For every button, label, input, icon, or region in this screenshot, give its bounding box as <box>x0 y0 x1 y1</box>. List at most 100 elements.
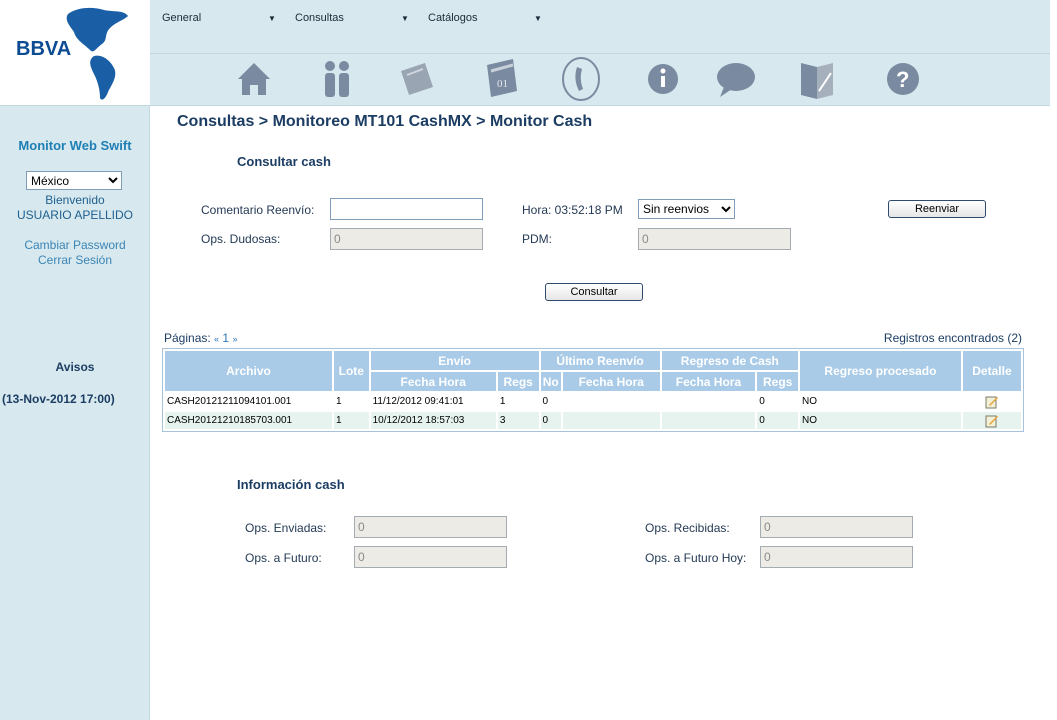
notices-title: Avisos <box>55 360 95 374</box>
top-header: General ▼ Consultas ▼ Catálogos ▼ 01 ? <box>150 0 1050 106</box>
menu-catalogos[interactable]: Catálogos ▼ <box>428 12 542 24</box>
col-envio: Envío <box>370 351 539 370</box>
menu-general[interactable]: General ▼ <box>162 12 276 24</box>
cell-detalle <box>962 412 1021 429</box>
sent-ops-label: Ops. Enviadas: <box>245 521 327 535</box>
future-today-ops-field[interactable] <box>760 546 913 568</box>
doubtful-ops-field[interactable] <box>330 228 483 250</box>
cell-reenvio-fecha <box>562 412 660 429</box>
toolbar: 01 ? <box>150 55 1050 105</box>
resend-select[interactable]: Sin reenvios <box>638 199 735 219</box>
app-title: Monitor Web Swift <box>18 138 132 153</box>
menu-bar: General ▼ Consultas ▼ Catálogos ▼ <box>150 0 1050 54</box>
dropdown-arrow-icon: ▼ <box>534 14 542 23</box>
menu-consultas[interactable]: Consultas ▼ <box>295 12 409 24</box>
phone-icon[interactable] <box>559 55 603 103</box>
cell-reenvio-no: 0 <box>540 412 561 429</box>
cell-reenvio-no: 0 <box>542 396 549 407</box>
col-regreso-fecha: Fecha Hora <box>661 372 756 391</box>
cell-procesado: NO <box>800 412 961 429</box>
cell-detalle <box>963 393 1021 410</box>
info-icon[interactable] <box>641 55 685 103</box>
edit-detail-icon[interactable] <box>985 414 999 428</box>
col-regreso-cash: Regreso de Cash <box>661 351 799 370</box>
sidebar: BBVA Monitor Web Swift México Bienvenido… <box>0 0 150 720</box>
table-row: CASH20121211094101.001 1 11/12/2012 09:4… <box>165 393 1021 410</box>
brand-logo-text: BBVA <box>16 38 72 60</box>
col-lote: Lote <box>333 351 369 391</box>
chat-bubble-icon[interactable] <box>714 55 758 103</box>
cell-reenvio-fecha <box>563 393 660 410</box>
change-password-link[interactable]: Cambiar Password <box>0 238 150 252</box>
future-ops-label: Ops. a Futuro: <box>245 551 322 565</box>
welcome-text: Bienvenido <box>45 193 105 207</box>
comment-input[interactable] <box>330 198 483 220</box>
user-name: USUARIO APELLIDO <box>16 208 134 222</box>
cell-envio-fecha: 11/12/2012 09:41:01 <box>372 396 464 407</box>
logout-link[interactable]: Cerrar Sesión <box>0 253 150 267</box>
home-icon[interactable] <box>232 55 276 103</box>
results-table: Archivo Lote Envío Último Reenvío Regres… <box>162 348 1024 432</box>
future-ops-field[interactable] <box>354 546 507 568</box>
cell-archivo: CASH20121211094101.001 <box>167 396 292 407</box>
welcome-block: Bienvenido USUARIO APELLIDO <box>0 193 150 223</box>
col-detalle: Detalle <box>962 351 1021 391</box>
menu-catalogos-label: Catálogos <box>428 12 478 24</box>
future-today-ops-label: Ops. a Futuro Hoy: <box>645 551 747 565</box>
logo: BBVA <box>0 0 150 106</box>
svg-text:01: 01 <box>497 78 508 90</box>
pdm-label: PDM: <box>522 232 552 246</box>
page-link[interactable]: 1 <box>222 331 229 345</box>
cell-regreso-fecha <box>662 393 756 410</box>
document-icon[interactable] <box>395 55 439 103</box>
country-select[interactable]: México <box>26 171 122 190</box>
edit-document-icon[interactable] <box>795 55 839 103</box>
cell-envio-regs: 3 <box>497 412 539 429</box>
dropdown-arrow-icon: ▼ <box>401 14 409 23</box>
col-regreso-regs: Regs <box>757 372 799 391</box>
resend-button[interactable]: Reenviar <box>888 200 986 218</box>
col-envio-fecha: Fecha Hora <box>370 372 496 391</box>
cell-regreso-fecha <box>661 412 756 429</box>
next-page-link[interactable]: » <box>232 334 237 344</box>
info-section-title: Información cash <box>237 477 345 492</box>
col-regreso-procesado: Regreso procesado <box>800 351 961 391</box>
dropdown-arrow-icon: ▼ <box>268 14 276 23</box>
records-found: Registros encontrados (2) <box>883 331 1022 345</box>
edit-detail-icon[interactable] <box>985 395 999 409</box>
cell-envio-regs: 1 <box>499 396 506 407</box>
cell-lote: 1 <box>335 396 342 407</box>
cell-regreso-regs: 0 <box>759 396 765 407</box>
received-ops-label: Ops. Recibidas: <box>645 521 730 535</box>
consult-section-title: Consultar cash <box>237 154 331 169</box>
help-icon[interactable]: ? <box>881 55 925 103</box>
cell-archivo: CASH20121210185703.001 <box>165 412 332 429</box>
pages-label: Páginas: <box>164 331 211 345</box>
col-reenvio-fecha: Fecha Hora <box>562 372 660 391</box>
cell-regreso-regs: 0 <box>757 412 799 429</box>
menu-consultas-label: Consultas <box>295 12 344 24</box>
cell-envio-fecha: 10/12/2012 18:57:03 <box>370 412 496 429</box>
consult-button[interactable]: Consultar <box>545 283 643 301</box>
cell-lote: 1 <box>333 412 369 429</box>
cell-procesado: NO <box>802 396 818 407</box>
sent-ops-field[interactable] <box>354 516 507 538</box>
table-row: CASH20121210185703.001 1 10/12/2012 18:5… <box>165 412 1021 429</box>
users-icon[interactable] <box>315 55 359 103</box>
col-reenvio-no: No <box>540 372 561 391</box>
time-label: Hora: 03:52:18 PM <box>522 203 623 217</box>
notice-date[interactable]: (13-Nov-2012 17:00) <box>2 392 115 406</box>
calendar-icon[interactable]: 01 <box>479 55 523 103</box>
breadcrumb: Consultas > Monitoreo MT101 CashMX > Mon… <box>177 113 593 130</box>
menu-general-label: General <box>162 12 202 24</box>
comment-label: Comentario Reenvío: <box>201 203 315 217</box>
pdm-field[interactable] <box>638 228 791 250</box>
col-archivo: Archivo <box>165 351 332 391</box>
received-ops-field[interactable] <box>760 516 913 538</box>
prev-page-link[interactable]: « <box>214 334 219 344</box>
pagination: Páginas: « 1 » <box>164 331 237 345</box>
col-ultimo-reenvio: Último Reenvío <box>540 351 660 370</box>
doubtful-ops-label: Ops. Dudosas: <box>201 232 281 246</box>
svg-text:?: ? <box>896 67 909 92</box>
col-envio-regs: Regs <box>497 372 539 391</box>
